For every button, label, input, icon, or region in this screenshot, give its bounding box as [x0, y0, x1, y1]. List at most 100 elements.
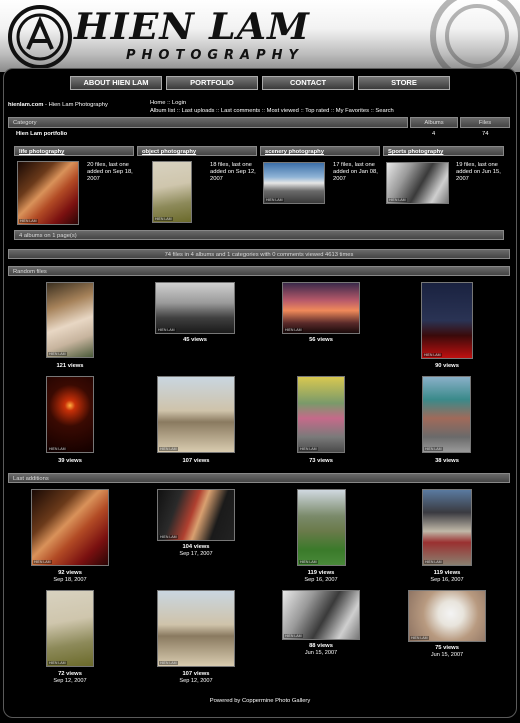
view-count: 73 views [309, 458, 333, 464]
random-thumbnail[interactable]: HIEN LAM [422, 376, 471, 453]
watermark-text: HIEN LAM [159, 447, 178, 451]
nav-store[interactable]: STORE [358, 76, 450, 90]
album-thumbnail[interactable]: HIEN LAM [263, 162, 325, 204]
album-title[interactable]: life photography [19, 149, 64, 155]
view-count: 119 views [307, 570, 335, 576]
last-thumbnail[interactable]: HIEN LAM [282, 590, 360, 640]
view-count: 119 views [433, 570, 461, 576]
album-thumbnail[interactable]: HIEN LAM [17, 161, 79, 225]
watermark-text: HIEN LAM [157, 328, 176, 332]
album-thumbnail[interactable]: HIEN LAM [152, 161, 192, 223]
site-header: HIEN LAM PHOTOGRAPHY [0, 0, 520, 72]
main-nav: ABOUT HIEN LAM PORTFOLIO CONTACT STORE [70, 76, 450, 90]
top-links-2[interactable]: Album list :: Last uploads :: Last comme… [150, 108, 394, 114]
watermark-text: HIEN LAM [299, 447, 318, 451]
watermark-text: HIEN LAM [159, 661, 178, 665]
nav-contact[interactable]: CONTACT [262, 76, 354, 90]
watermark-text: HIEN LAM [424, 447, 443, 451]
last-thumbnail[interactable]: HIEN LAM [408, 590, 486, 642]
watermark-text: HIEN LAM [48, 447, 67, 451]
site-title-line: hienlam.com - Hien Lam Photography [8, 102, 108, 108]
random-thumbnail[interactable]: HIEN LAM [297, 376, 345, 453]
album-title[interactable]: object photography [142, 149, 196, 155]
category-name[interactable]: Hien Lam portfolio [16, 131, 67, 137]
last-thumbnail[interactable]: HIEN LAM [31, 489, 109, 566]
site-title[interactable]: hienlam.com [8, 102, 43, 108]
view-count: 92 views [58, 570, 82, 576]
added-date: Jun 15, 2007 [430, 652, 464, 658]
watermark-text: HIEN LAM [424, 560, 443, 564]
added-date: Sep 17, 2007 [179, 551, 213, 557]
random-thumbnail[interactable]: HIEN LAM [46, 282, 94, 358]
random-thumbnail[interactable]: HIEN LAM [157, 376, 235, 453]
album-info: 18 files, last one added on Sep 12, 2007 [210, 162, 256, 182]
brand-subtitle: PHOTOGRAPHY [126, 48, 304, 63]
album-header: life photography [14, 146, 134, 156]
random-files-header: Random files [8, 266, 510, 276]
watermark-text: HIEN LAM [154, 217, 173, 221]
category-files-count: 74 [482, 131, 489, 137]
albums-header: Albums [410, 117, 458, 128]
watermark-text: HIEN LAM [48, 352, 67, 356]
random-thumbnail[interactable]: HIEN LAM [421, 282, 473, 359]
last-thumbnail[interactable]: HIEN LAM [297, 489, 346, 566]
watermark-text: HIEN LAM [159, 535, 178, 539]
watermark-text: HIEN LAM [299, 560, 318, 564]
watermark-text: HIEN LAM [284, 328, 303, 332]
album-header: object photography [137, 146, 257, 156]
files-header: Files [460, 117, 510, 128]
album-title[interactable]: scenery photography [265, 149, 324, 155]
watermark-text: HIEN LAM [410, 636, 429, 640]
random-thumbnail[interactable]: HIEN LAM [46, 376, 94, 453]
last-thumbnail[interactable]: HIEN LAM [422, 489, 472, 566]
view-count: 107 views [182, 671, 210, 677]
view-count: 104 views [182, 544, 210, 550]
view-count: 39 views [58, 458, 82, 464]
album-thumbnail[interactable]: HIEN LAM [386, 162, 449, 204]
footer-credit[interactable]: Powered by Coppermine Photo Gallery [0, 698, 520, 704]
album-info: 19 files, last one added on Jun 15, 2007 [456, 162, 501, 182]
view-count: 56 views [309, 337, 333, 343]
added-date: Sep 12, 2007 [179, 678, 213, 684]
random-thumbnail[interactable]: HIEN LAM [155, 282, 235, 334]
album-title[interactable]: Sports photography [388, 149, 443, 155]
top-links-1[interactable]: Home :: Login [150, 100, 186, 106]
watermark-text: HIEN LAM [284, 634, 303, 638]
albums-footer: 4 albums on 1 page(s) [14, 230, 504, 240]
category-header: Category [8, 117, 408, 128]
watermark-text: HIEN LAM [265, 198, 284, 202]
watermark-text: HIEN LAM [33, 560, 52, 564]
watermark-text: HIEN LAM [48, 661, 67, 665]
logo-icon [8, 5, 72, 69]
site-subtitle: - Hien Lam Photography [43, 102, 108, 108]
album-header: scenery photography [260, 146, 380, 156]
view-count: 72 views [58, 671, 82, 677]
last-thumbnail[interactable]: HIEN LAM [157, 489, 235, 541]
brand-name[interactable]: HIEN LAM [74, 7, 310, 47]
watermark-text: HIEN LAM [423, 353, 442, 357]
view-count: 121 views [56, 363, 84, 369]
added-date: Sep 18, 2007 [53, 577, 87, 583]
view-count: 90 views [435, 363, 459, 369]
last-thumbnail[interactable]: HIEN LAM [46, 590, 94, 667]
gallery-stats: 74 files in 4 albums and 1 categories wi… [8, 249, 510, 259]
category-albums-count: 4 [432, 131, 436, 137]
added-date: Sep 12, 2007 [53, 678, 87, 684]
nav-portfolio[interactable]: PORTFOLIO [166, 76, 258, 90]
last-additions-header: Last additions [8, 473, 510, 483]
view-count: 45 views [183, 337, 207, 343]
logo-watermark-icon [430, 0, 520, 72]
added-date: Sep 16, 2007 [430, 577, 464, 583]
random-thumbnail[interactable]: HIEN LAM [282, 282, 360, 334]
watermark-text: HIEN LAM [388, 198, 407, 202]
nav-about[interactable]: ABOUT HIEN LAM [70, 76, 162, 90]
album-info: 20 files, last one added on Sep 18, 2007 [87, 162, 133, 182]
view-count: 75 views [435, 645, 459, 651]
added-date: Sep 16, 2007 [304, 577, 338, 583]
view-count: 88 views [309, 643, 333, 649]
view-count: 107 views [182, 458, 210, 464]
album-info: 17 files, last one added on Jan 08, 2007 [333, 162, 378, 182]
added-date: Jun 15, 2007 [304, 650, 338, 656]
watermark-text: HIEN LAM [19, 219, 38, 223]
last-thumbnail[interactable]: HIEN LAM [157, 590, 235, 667]
